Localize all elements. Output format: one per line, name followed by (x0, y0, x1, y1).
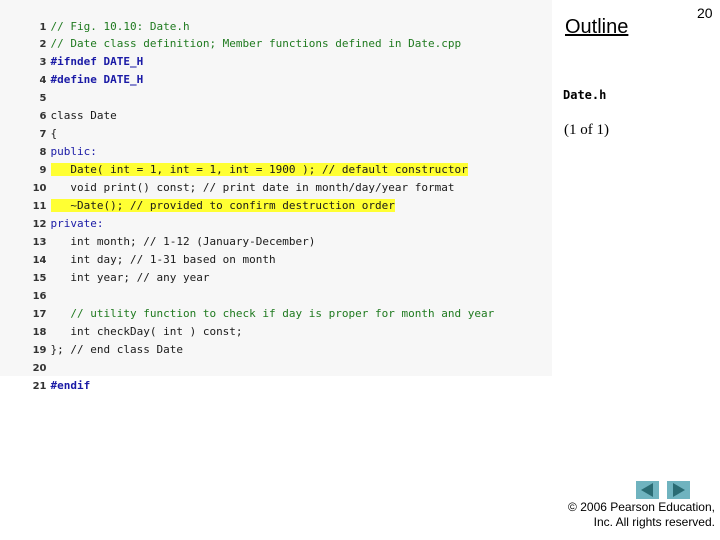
code-line: 21 #endif (0, 359, 91, 392)
code-line: 2// Date class definition; Member functi… (0, 17, 462, 50)
code-text: #endif (50, 379, 91, 392)
previous-arrow-icon (641, 483, 653, 497)
code-text: int year; // any year (50, 271, 210, 284)
page-number: 20 (697, 5, 713, 21)
code-line: 13 int month; // 1-12 (January-December) (0, 215, 316, 248)
file-name-label: Date.h (563, 88, 607, 102)
code-line: 5 (0, 71, 51, 104)
previous-slide-button[interactable] (636, 481, 659, 499)
page-indicator: (1 of 1) (564, 122, 609, 138)
code-line: 16 (0, 269, 51, 302)
code-line: 8 public: (0, 125, 97, 158)
code-line: 4 #define DATE_H (0, 53, 144, 86)
code-line: 18 int checkDay( int ) const; (0, 305, 243, 338)
next-slide-button[interactable] (667, 481, 690, 499)
code-line: 12 private: (0, 197, 104, 230)
code-line-highlighted: 11 ~Date(); // provided to confirm destr… (0, 179, 395, 212)
code-line: 20 (0, 341, 51, 374)
code-line: 3 #ifndef DATE_H (0, 35, 144, 68)
code-listing: 1// Fig. 10.10: Date.h 2// Date class de… (0, 0, 552, 392)
copyright-line: © 2006 Pearson Education, (568, 500, 715, 514)
next-arrow-icon (673, 483, 685, 497)
code-line: 7{ (0, 107, 58, 140)
code-line: 1// Fig. 10.10: Date.h (0, 0, 190, 33)
code-line: 17 // utility function to check if day i… (0, 287, 495, 320)
code-line: 6 class Date (0, 89, 117, 122)
code-line: 14 int day; // 1-31 based on month (0, 233, 276, 266)
line-number: 21 (32, 381, 47, 392)
copyright-notice: © 2006 Pearson Education, Inc. All right… (568, 500, 715, 530)
code-text: #define DATE_H (50, 73, 144, 86)
code-line: 10 void print() const; // print date in … (0, 161, 455, 194)
copyright-line: Inc. All rights reserved. (593, 515, 715, 529)
code-line: 15 int year; // any year (0, 251, 210, 284)
code-line-highlighted: 9 Date( int = 1, int = 1, int = 1900 ); … (0, 143, 468, 176)
outline-link[interactable]: Outline (565, 16, 628, 39)
code-text: }; // end class Date (50, 343, 183, 356)
code-text: class Date (50, 109, 117, 122)
code-line: 19}; // end class Date (0, 323, 183, 356)
